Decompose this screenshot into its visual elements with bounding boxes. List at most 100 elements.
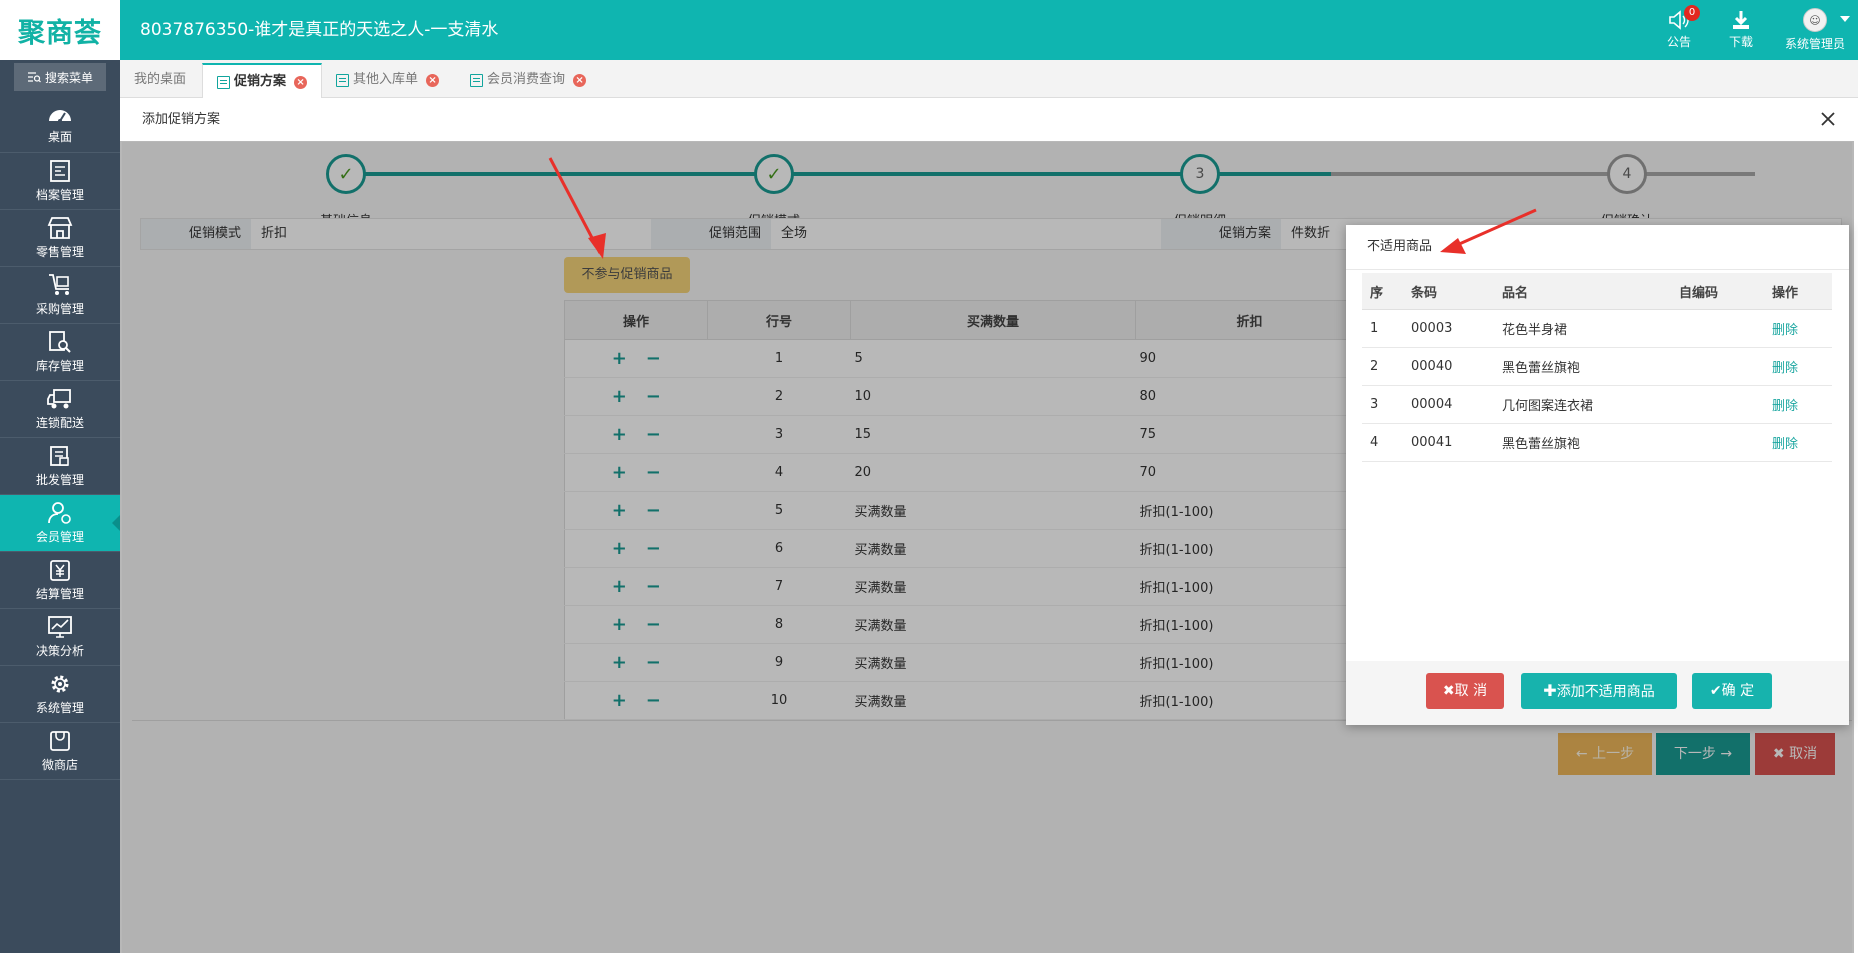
sidebar-item-inventory[interactable]: 库存管理 — [0, 324, 120, 381]
user-label: 系统管理员 — [1784, 37, 1845, 51]
delete-link[interactable]: 删除 — [1772, 399, 1798, 414]
sidebar-item-label: 决策分析 — [35, 644, 84, 658]
search-menu-label: 搜索菜单 — [44, 70, 93, 85]
product-name-cell: 黑色蕾丝旗袍 — [1494, 423, 1671, 462]
search-menu-button[interactable]: 搜索菜单 — [14, 63, 106, 91]
member-icon — [48, 502, 71, 524]
sidebar-item-label: 零售管理 — [35, 245, 84, 259]
sidebar-item-label: 采购管理 — [35, 302, 84, 316]
barcode-cell: 00040 — [1403, 347, 1494, 386]
sidebar-item-member[interactable]: 会员管理 — [0, 495, 120, 552]
sidebar-item-settlement[interactable]: 结算管理 — [0, 552, 120, 609]
sidebar-item-label: 批发管理 — [35, 473, 84, 487]
cart-icon — [49, 274, 69, 295]
table-row: 3 00004 几何图案连衣裙 删除 — [1362, 385, 1832, 424]
avatar: ☺ — [1803, 8, 1827, 32]
sidebar-item-label: 连锁配送 — [35, 416, 84, 430]
product-name-cell: 黑色蕾丝旗袍 — [1494, 347, 1671, 386]
row-index: 4 — [1362, 423, 1403, 462]
caret-down-icon — [1840, 16, 1850, 22]
notice-badge: 0 — [1684, 5, 1700, 21]
sidebar-item-label: 桌面 — [47, 130, 72, 144]
bag-icon — [50, 731, 70, 751]
dialog-title: 添加促销方案 — [142, 112, 221, 127]
store-icon — [47, 217, 73, 239]
tab-member-consumption[interactable]: 会员消费查询 × — [456, 63, 600, 97]
logo-text: 聚商荟 — [18, 17, 102, 49]
close-icon: ✖ — [1442, 683, 1455, 699]
wholesale-icon — [50, 446, 69, 466]
popup-confirm-label: 确 定 — [1721, 683, 1755, 699]
notice-label: 公告 — [1666, 35, 1691, 49]
chart-icon — [48, 616, 72, 638]
search-list-icon — [27, 72, 41, 83]
sidebar-item-label: 微商店 — [41, 758, 78, 772]
close-icon[interactable]: × — [294, 75, 308, 89]
list-icon — [336, 73, 349, 87]
excluded-products-table: 序 条码 品名 自编码 操作 1 00003 花色半身裙 删除 2 00040 黑色蕾丝旗袍… — [1362, 273, 1832, 462]
tab-my-desktop[interactable]: 我的桌面 — [120, 63, 200, 97]
close-icon[interactable]: × — [426, 73, 440, 87]
download-button[interactable]: 下载 — [1710, 0, 1772, 60]
delete-link[interactable]: 删除 — [1772, 323, 1798, 338]
popup-cancel-button[interactable]: ✖取 消 — [1426, 673, 1504, 709]
sidebar-item-archive[interactable]: 档案管理 — [0, 153, 120, 210]
notice-button[interactable]: 0 公告 — [1648, 0, 1710, 60]
list-icon — [217, 75, 230, 89]
sidebar-item-wholesale[interactable]: 批发管理 — [0, 438, 120, 495]
tab-label: 其他入库单 — [353, 72, 419, 87]
add-excluded-label: 添加不适用商品 — [1556, 684, 1655, 700]
barcode-cell: 00003 — [1403, 309, 1494, 348]
delete-link[interactable]: 删除 — [1772, 361, 1798, 376]
popup-confirm-button[interactable]: ✔确 定 — [1692, 673, 1772, 709]
add-excluded-button[interactable]: ✚添加不适用商品 — [1521, 673, 1677, 709]
top-actions: 0 公告 下载 ☺ 系统管理员 — [1648, 0, 1858, 60]
column-header: 品名 — [1494, 273, 1671, 310]
close-icon[interactable] — [1818, 109, 1838, 129]
sidebar-item-label: 系统管理 — [35, 701, 84, 715]
gear-icon — [51, 675, 69, 693]
user-menu[interactable]: ☺ 系统管理员 — [1772, 0, 1858, 60]
sidebar-item-system[interactable]: 系统管理 — [0, 666, 120, 723]
divider — [1346, 269, 1849, 270]
custom-code-cell — [1671, 423, 1764, 462]
barcode-cell: 00004 — [1403, 385, 1494, 424]
product-name-cell: 花色半身裙 — [1494, 309, 1671, 348]
tab-bar: 我的桌面 促销方案 × 其他入库单 × 会员消费查询 × — [120, 60, 1858, 99]
table-row: 1 00003 花色半身裙 删除 — [1362, 309, 1832, 348]
product-name-cell: 几何图案连衣裙 — [1494, 385, 1671, 424]
yuan-icon — [50, 560, 70, 581]
popup-cancel-label: 取 消 — [1454, 683, 1488, 699]
popup-title: 不适用商品 — [1367, 239, 1433, 254]
tab-promotion[interactable]: 促销方案 × — [202, 63, 323, 99]
custom-code-cell — [1671, 385, 1764, 424]
column-header: 操作 — [1764, 273, 1832, 310]
close-icon[interactable]: × — [573, 73, 587, 87]
sidebar-item-retail[interactable]: 零售管理 — [0, 210, 120, 267]
sidebar-item-label: 结算管理 — [35, 587, 84, 601]
check-icon: ✔ — [1709, 683, 1722, 699]
app-title: 8037876350-谁才是真正的天选之人-一支清水 — [140, 20, 499, 40]
sidebar-item-desktop[interactable]: 桌面 — [0, 96, 120, 153]
tab-other-inbound[interactable]: 其他入库单 × — [322, 63, 453, 97]
delete-link[interactable]: 删除 — [1772, 437, 1798, 452]
custom-code-cell — [1671, 347, 1764, 386]
sidebar-item-label: 档案管理 — [35, 188, 84, 202]
sidebar-item-analysis[interactable]: 决策分析 — [0, 609, 120, 666]
column-header: 自编码 — [1671, 273, 1764, 310]
column-header: 条码 — [1403, 273, 1494, 310]
logo[interactable]: 聚商荟 — [0, 0, 120, 60]
truck-icon — [47, 389, 71, 409]
custom-code-cell — [1671, 309, 1764, 348]
sidebar-item-microstore[interactable]: 微商店 — [0, 723, 120, 780]
table-row: 2 00040 黑色蕾丝旗袍 删除 — [1362, 347, 1832, 386]
barcode-cell: 00041 — [1403, 423, 1494, 462]
tab-label: 促销方案 — [234, 74, 287, 89]
sidebar-item-distribution[interactable]: 连锁配送 — [0, 381, 120, 438]
sidebar-item-purchase[interactable]: 采购管理 — [0, 267, 120, 324]
list-icon — [470, 73, 483, 87]
row-index: 3 — [1362, 385, 1403, 424]
excluded-products-body: 1 00003 花色半身裙 删除 2 00040 黑色蕾丝旗袍 删除 3 00004 几何图案连衣裙… — [1362, 309, 1832, 462]
table-row: 4 00041 黑色蕾丝旗袍 删除 — [1362, 423, 1832, 462]
archive-icon — [50, 160, 70, 182]
